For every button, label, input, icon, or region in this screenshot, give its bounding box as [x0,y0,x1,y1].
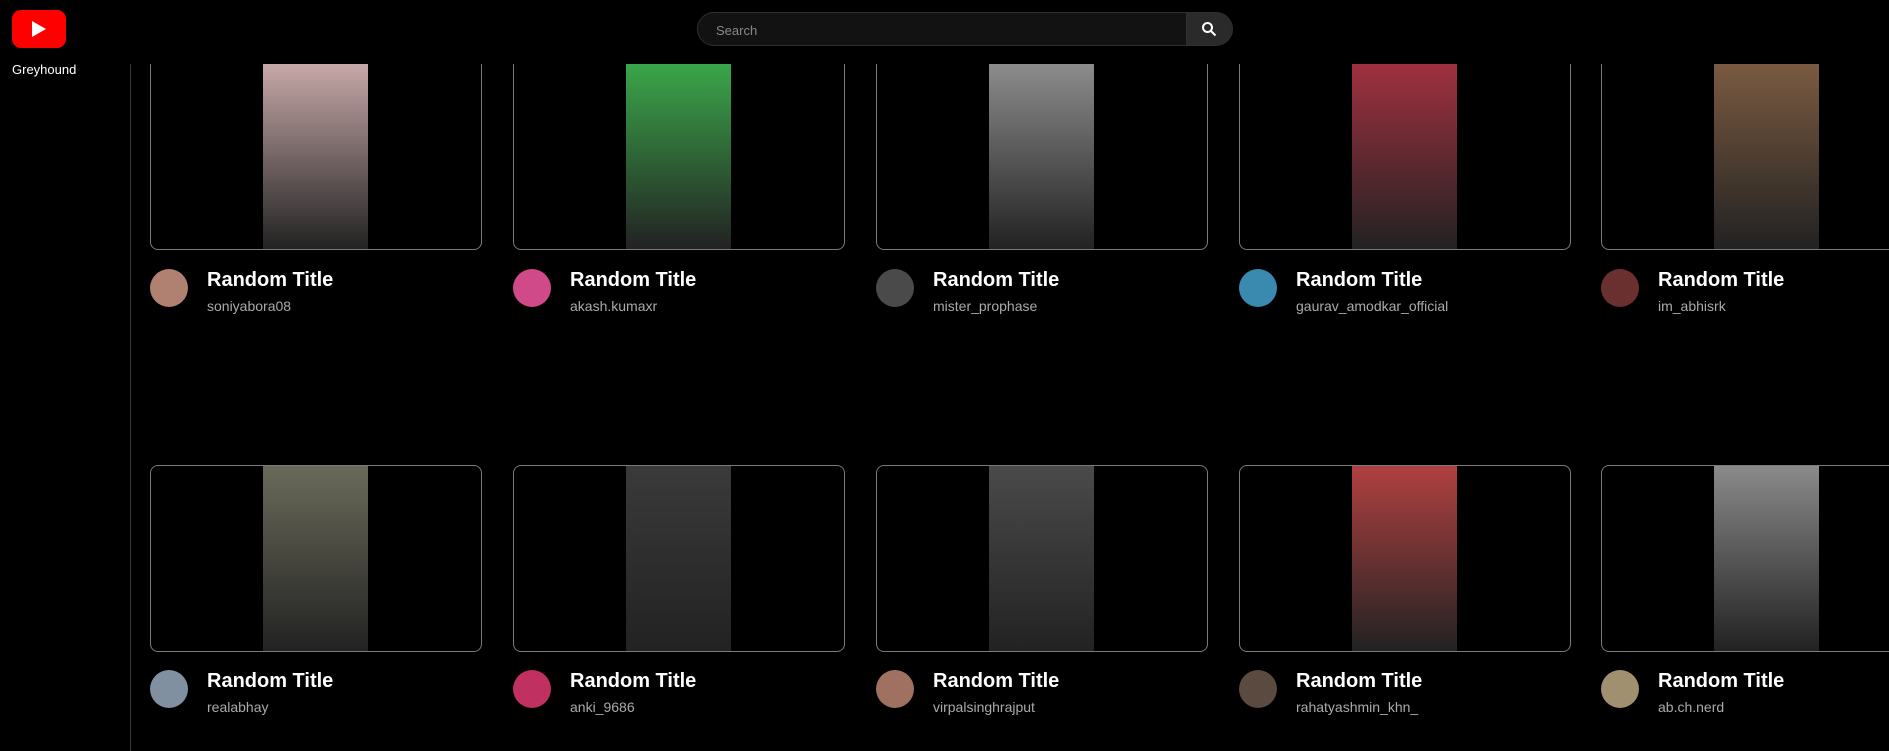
search-input[interactable] [698,13,1208,47]
channel-avatar[interactable] [1601,269,1639,307]
video-title[interactable]: Random Title [570,269,696,292]
channel-name[interactable]: mister_prophase [933,298,1037,314]
channel-name[interactable]: soniyabora08 [207,298,291,314]
channel-name[interactable]: im_abhisrk [1658,298,1726,314]
channel-name[interactable]: anki_9686 [570,699,635,715]
video-title[interactable]: Random Title [933,670,1059,693]
channel-avatar[interactable] [876,269,914,307]
channel-name[interactable]: virpalsinghrajput [933,699,1035,715]
video-thumbnail[interactable] [876,64,1208,250]
video-title[interactable]: Random Title [1658,670,1784,693]
logo-icon[interactable] [12,10,66,48]
video-title[interactable]: Random Title [1658,269,1784,292]
search-icon [1202,22,1217,37]
channel-avatar[interactable] [513,269,551,307]
video-title[interactable]: Random Title [570,670,696,693]
channel-avatar[interactable] [876,670,914,708]
video-thumbnail[interactable] [1601,64,1889,250]
thumbnail-image [1714,466,1819,651]
thumbnail-image [263,64,368,249]
video-title[interactable]: Random Title [207,670,333,693]
channel-name[interactable]: rahatyashmin_khn_ [1296,699,1418,715]
search-button[interactable] [1186,13,1232,45]
channel-avatar[interactable] [150,269,188,307]
video-title[interactable]: Random Title [933,269,1059,292]
channel-name[interactable]: ab.ch.nerd [1658,699,1724,715]
search-bar [697,12,1233,47]
sidebar-divider [130,64,131,751]
video-thumbnail[interactable] [513,64,845,250]
video-thumbnail[interactable] [876,465,1208,652]
video-title[interactable]: Random Title [1296,269,1422,292]
brand-name: Greyhound [12,62,77,77]
channel-avatar[interactable] [513,670,551,708]
thumbnail-image [989,466,1094,651]
thumbnail-image [989,64,1094,249]
thumbnail-image [626,466,731,651]
thumbnail-image [1352,64,1457,249]
channel-avatar[interactable] [1239,269,1277,307]
video-thumbnail[interactable] [150,465,482,652]
thumbnail-image [626,64,731,249]
thumbnail-image [1714,64,1819,249]
video-title[interactable]: Random Title [207,269,333,292]
thumbnail-image [1352,466,1457,651]
video-thumbnail[interactable] [1239,465,1571,652]
channel-avatar[interactable] [150,670,188,708]
channel-name[interactable]: gaurav_amodkar_official [1296,298,1448,314]
video-thumbnail[interactable] [150,64,482,250]
channel-name[interactable]: akash.kumaxr [570,298,657,314]
channel-name[interactable]: realabhay [207,699,269,715]
thumbnail-image [263,466,368,651]
video-title[interactable]: Random Title [1296,670,1422,693]
video-thumbnail[interactable] [1601,465,1889,652]
channel-avatar[interactable] [1601,670,1639,708]
channel-avatar[interactable] [1239,670,1277,708]
video-thumbnail[interactable] [1239,64,1571,250]
video-thumbnail[interactable] [513,465,845,652]
